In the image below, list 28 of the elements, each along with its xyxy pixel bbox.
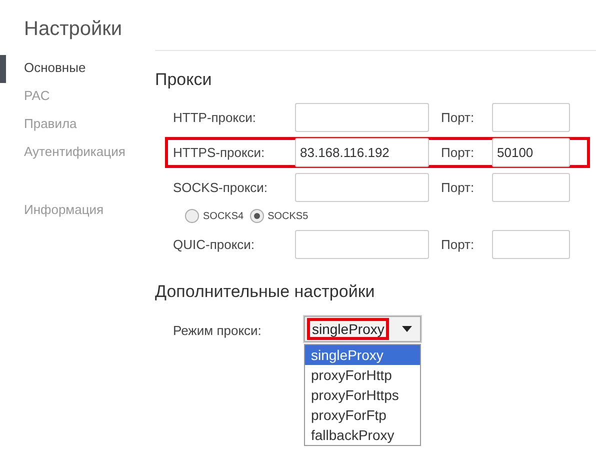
- field-label: QUIC-прокси:: [172, 237, 256, 252]
- proxy-mode-select[interactable]: singleProxy: [304, 316, 421, 342]
- sidebar-item[interactable]: Основные: [0, 55, 155, 83]
- field-label: HTTP-прокси:: [172, 110, 257, 125]
- port-input[interactable]: 50100: [492, 138, 570, 167]
- section-title: Прокси: [155, 70, 213, 90]
- port-input[interactable]: [492, 103, 570, 132]
- port-label: Порт:: [440, 237, 476, 252]
- port-input[interactable]: [492, 173, 570, 202]
- host-input[interactable]: [295, 230, 429, 259]
- field-label: Режим прокси:: [173, 322, 262, 338]
- radio-label: SOCKS4: [203, 210, 244, 222]
- field-label: HTTPS-прокси:: [172, 145, 266, 160]
- section-title: Дополнительные настройки: [155, 282, 376, 302]
- settings-title: Настройки: [24, 18, 124, 41]
- port-label: Порт:: [440, 145, 476, 160]
- radio-button[interactable]: [250, 209, 264, 223]
- host-input[interactable]: [295, 103, 429, 132]
- caret-icon: [402, 326, 412, 332]
- port-label: Порт:: [440, 110, 476, 125]
- host-input[interactable]: [295, 173, 429, 202]
- port-label: Порт:: [440, 180, 476, 195]
- field-label: SOCKS-прокси:: [172, 180, 269, 195]
- radio-button[interactable]: [185, 209, 199, 223]
- host-input[interactable]: 83.168.116.192: [295, 138, 429, 167]
- dropdown-option[interactable]: singleProxy: [305, 345, 420, 365]
- radio-label: SOCKS5: [268, 210, 308, 222]
- port-input[interactable]: [492, 230, 570, 259]
